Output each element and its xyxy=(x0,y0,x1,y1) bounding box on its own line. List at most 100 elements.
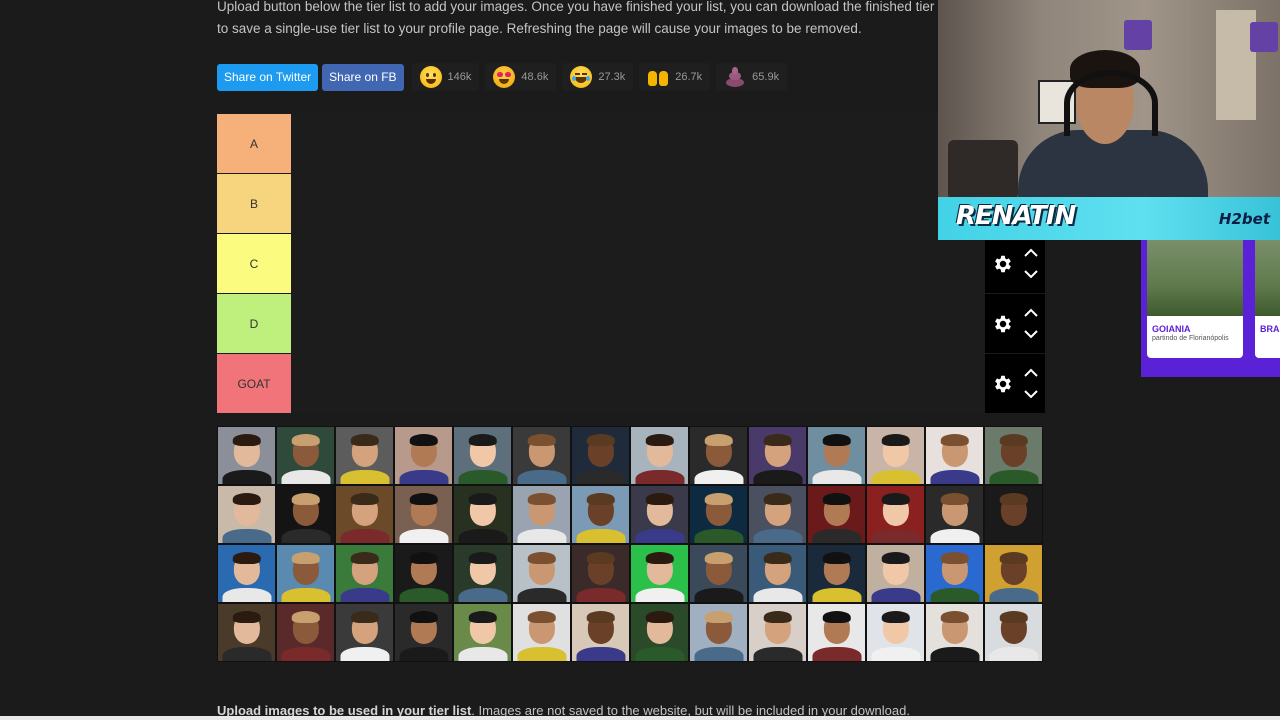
tier-item-image[interactable] xyxy=(571,603,630,662)
tier-item-image[interactable] xyxy=(394,485,453,544)
gear-icon[interactable] xyxy=(992,373,1014,395)
tier-item-image[interactable] xyxy=(276,544,335,603)
tier-item-image[interactable] xyxy=(925,544,984,603)
tier-item-image[interactable] xyxy=(453,485,512,544)
tier-item-image[interactable] xyxy=(276,426,335,485)
instructions-line-1: Upload button below the tier list to add… xyxy=(217,0,957,14)
tier-item-image[interactable] xyxy=(512,485,571,544)
reaction-poop[interactable]: 65.9k xyxy=(716,63,788,91)
gear-icon[interactable] xyxy=(992,313,1014,335)
tier-item-image[interactable] xyxy=(571,544,630,603)
tier-item-image[interactable] xyxy=(748,603,807,662)
tier-drop-zone[interactable] xyxy=(291,354,1045,413)
move-down-icon[interactable] xyxy=(1024,386,1038,404)
tier-item-image[interactable] xyxy=(394,544,453,603)
tier-item-image[interactable] xyxy=(807,426,866,485)
tier-item-image[interactable] xyxy=(571,485,630,544)
tier-item-image[interactable] xyxy=(925,485,984,544)
tier-item-image[interactable] xyxy=(984,603,1043,662)
tier-item-image[interactable] xyxy=(984,544,1043,603)
move-down-icon[interactable] xyxy=(1024,326,1038,344)
tier-item-image[interactable] xyxy=(689,603,748,662)
tier-row: A xyxy=(217,114,1045,174)
raised-hands-icon xyxy=(647,66,669,88)
move-up-icon[interactable] xyxy=(1024,364,1038,382)
tier-drop-zone[interactable] xyxy=(291,294,1045,353)
tier-item-image[interactable] xyxy=(866,544,925,603)
share-bar: Share on Twitter Share on FB 146k 48.6k xyxy=(217,63,788,91)
tier-item-image[interactable] xyxy=(748,544,807,603)
tier-item-image[interactable] xyxy=(866,603,925,662)
tier-item-image[interactable] xyxy=(217,485,276,544)
tier-item-image[interactable] xyxy=(807,603,866,662)
tier-item-image[interactable] xyxy=(217,426,276,485)
tier-item-image[interactable] xyxy=(394,426,453,485)
ad-card[interactable]: GOIANIA partindo de Florianópolis xyxy=(1147,240,1243,358)
tier-row: B xyxy=(217,174,1045,234)
tier-drop-zone[interactable] xyxy=(291,114,1045,173)
tier-controls xyxy=(985,294,1045,353)
move-down-icon[interactable] xyxy=(1024,266,1038,284)
tier-item-image[interactable] xyxy=(335,426,394,485)
tier-item-image[interactable] xyxy=(335,544,394,603)
tier-item-image[interactable] xyxy=(689,485,748,544)
tier-item-image[interactable] xyxy=(866,426,925,485)
laughing-face-icon xyxy=(570,66,593,88)
sponsored-ad[interactable]: GOIANIA partindo de Florianópolis BRA xyxy=(1141,240,1280,377)
share-facebook-button[interactable]: Share on FB xyxy=(322,63,404,91)
reaction-raised-hands[interactable]: 26.7k xyxy=(639,63,711,91)
tier-label[interactable]: GOAT xyxy=(217,354,291,413)
tier-item-image[interactable] xyxy=(335,485,394,544)
tier-list: A B C D GOAT xyxy=(217,114,1045,414)
tier-item-image[interactable] xyxy=(453,426,512,485)
tier-item-image[interactable] xyxy=(807,485,866,544)
tier-item-image[interactable] xyxy=(630,603,689,662)
reaction-heart-eyes[interactable]: 48.6k xyxy=(485,63,557,91)
tier-label[interactable]: A xyxy=(217,114,291,173)
tier-item-image[interactable] xyxy=(984,485,1043,544)
tier-item-image[interactable] xyxy=(217,544,276,603)
tier-item-image[interactable] xyxy=(689,544,748,603)
tier-label[interactable]: B xyxy=(217,174,291,233)
tier-item-image[interactable] xyxy=(453,603,512,662)
move-up-icon[interactable] xyxy=(1024,244,1038,262)
tier-item-image[interactable] xyxy=(807,544,866,603)
tier-item-image[interactable] xyxy=(630,485,689,544)
tier-item-image[interactable] xyxy=(925,426,984,485)
tier-item-image[interactable] xyxy=(453,544,512,603)
tier-item-image[interactable] xyxy=(394,603,453,662)
reaction-laughing[interactable]: 27.3k xyxy=(562,63,634,91)
tier-controls xyxy=(985,354,1045,413)
tier-item-image[interactable] xyxy=(512,426,571,485)
tier-item-image[interactable] xyxy=(984,426,1043,485)
tier-item-image[interactable] xyxy=(630,426,689,485)
tier-label[interactable]: D xyxy=(217,294,291,353)
share-twitter-button[interactable]: Share on Twitter xyxy=(217,63,319,91)
tier-item-image[interactable] xyxy=(217,603,276,662)
gear-icon[interactable] xyxy=(992,253,1014,275)
tier-drop-zone[interactable] xyxy=(291,174,1045,233)
reaction-grinning[interactable]: 146k xyxy=(411,63,480,91)
tier-item-image[interactable] xyxy=(512,603,571,662)
tier-item-image[interactable] xyxy=(276,603,335,662)
tier-item-image[interactable] xyxy=(571,426,630,485)
tier-drop-zone[interactable] xyxy=(291,234,1045,293)
tier-item-image[interactable] xyxy=(689,426,748,485)
move-up-icon[interactable] xyxy=(1024,304,1038,322)
tier-item-image[interactable] xyxy=(748,485,807,544)
image-pool xyxy=(217,426,1045,662)
reaction-count: 26.7k xyxy=(675,71,703,83)
reaction-count: 146k xyxy=(447,71,472,83)
tier-item-image[interactable] xyxy=(630,544,689,603)
tier-item-image[interactable] xyxy=(866,485,925,544)
reaction-count: 65.9k xyxy=(752,71,780,83)
instructions-text: Upload button below the tier list to add… xyxy=(217,0,957,40)
tier-label[interactable]: C xyxy=(217,234,291,293)
tier-item-image[interactable] xyxy=(512,544,571,603)
ad-city: BRA xyxy=(1260,324,1280,334)
tier-item-image[interactable] xyxy=(748,426,807,485)
tier-item-image[interactable] xyxy=(276,485,335,544)
tier-item-image[interactable] xyxy=(925,603,984,662)
ad-card[interactable]: BRA xyxy=(1255,240,1280,358)
tier-item-image[interactable] xyxy=(335,603,394,662)
